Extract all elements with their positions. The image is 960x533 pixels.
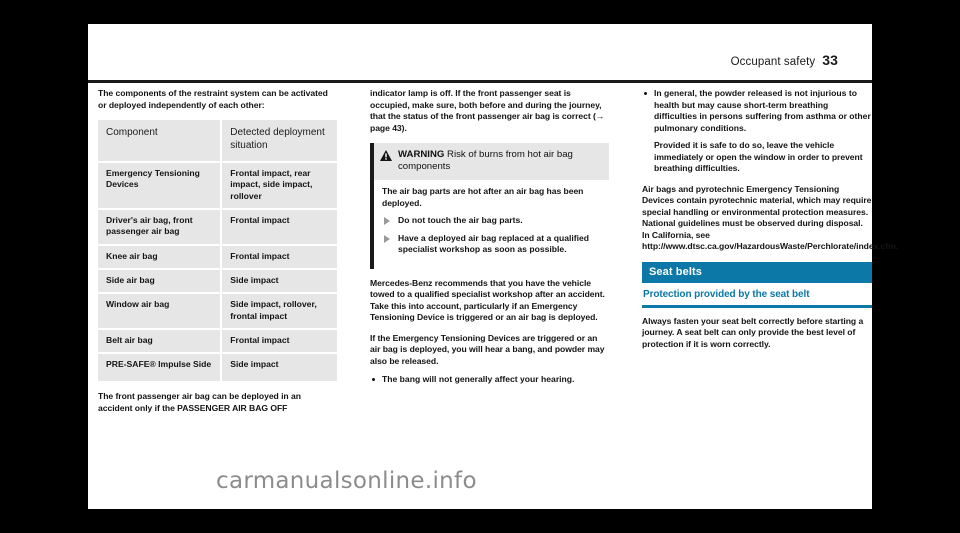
dot-bullet-icon [372,377,375,381]
triangle-bullet-icon [384,217,390,226]
page-columns: The components of the restraint system c… [88,88,899,509]
list-item: The bang will not generally affect your … [370,374,609,386]
column-middle: indicator lamp is off. If the front pass… [370,88,609,509]
intro-paragraph: The components of the restraint system c… [98,88,328,110]
table-row: Knee air bag Frontal impact [98,245,337,271]
table-cell-situation: Side impact [222,354,337,384]
pyrotechnic-paragraph: Air bags and pyrotechnic Emergency Tensi… [642,183,899,252]
table-header-row: Component Detected deployment situation [98,120,337,164]
warning-bullet-text: Have a deployed air bag replaced at a qu… [398,232,590,255]
warning-bullet-text: Do not touch the air bag parts. [398,215,523,226]
header-section-label: Occupant safety [730,56,816,68]
bang-paragraph: If the Emergency Tensioning Devices are … [370,332,605,366]
column-right: In general, the powder released is not i… [642,88,899,509]
warning-label: WARNING [398,149,445,161]
warning-bullet-list: Do not touch the air bag parts. Have a d… [382,215,602,256]
table-cell-component: Emergency Tensioning Devices [98,163,223,211]
table-row: Emergency Tensioning Devices Frontal imp… [98,163,337,211]
table-row: Belt air bag Frontal impact [98,330,337,355]
triangle-bullet-icon [384,234,390,243]
table-row: PRE-SAFE® Impulse Side Side impact [98,354,337,384]
seat-belt-paragraph: Always fasten your seat belt correctly b… [642,315,864,349]
warning-body: The air bag parts are hot after an air b… [374,180,609,269]
watermark: carmanualsonline.info [216,468,477,494]
header-rule [88,80,872,83]
header-section-title: Occupant safety 33 [731,52,838,68]
table-cell-situation: Frontal impact [222,245,337,271]
manual-page: Occupant safety 33 The components of the … [88,24,899,509]
page-header: Occupant safety 33 [88,24,872,83]
continued-paragraph: indicator lamp is off. If the front pass… [370,88,605,133]
leave-vehicle-paragraph: Provided it is safe to do so, leave the … [654,140,863,174]
table-row: Side air bag Side impact [98,270,337,295]
list-item: In general, the powder released is not i… [642,88,872,134]
table-cell-component: Window air bag [98,294,223,331]
table-cell-situation: Side impact [222,270,337,295]
dot-bullet-icon [644,91,647,95]
warning-header: WARNING Risk of burns from hot air bag c… [374,143,609,180]
table-cell-situation: Frontal impact [222,330,337,355]
table-row: Driver's air bag, front passenger air ba… [98,210,337,246]
table-cell-situation: Frontal impact [222,210,337,246]
warning-bullet-item: Have a deployed air bag replaced at a qu… [382,233,602,256]
subsection-heading-protection: Protection provided by the seat belt [642,283,872,308]
table-cell-situation: Frontal impact, rear impact, side impact… [222,163,337,211]
table-row: Window air bag Side impact, rollover, fr… [98,294,337,331]
table-cell-component: Side air bag [98,270,223,295]
component-deployment-table: Component Detected deployment situation … [98,120,337,384]
column-left: The components of the restraint system c… [98,88,337,509]
table-header-component: Component [98,120,223,164]
table-header-situation: Detected deployment situation [222,120,337,164]
tow-paragraph: Mercedes-Benz recommends that you have t… [370,277,605,323]
warning-body-text: The air bag parts are hot after an air b… [382,186,584,208]
warning-bullet-item: Do not touch the air bag parts. [382,215,602,227]
table-cell-component: Belt air bag [98,330,223,355]
powder-bullet-list: In general, the powder released is not i… [642,88,872,134]
table-cell-situation: Side impact, rollover, frontal impact [222,294,337,331]
table-cell-component: Knee air bag [98,245,223,271]
table-cell-component: Driver's air bag, front passenger air ba… [98,210,223,246]
hearing-bullet-text: The bang will not generally affect your … [382,374,575,385]
table-cell-component: PRE-SAFE® Impulse Side [98,354,223,384]
warning-box: WARNING Risk of burns from hot air bag c… [370,143,609,269]
warning-title: WARNING Risk of burns from hot air bag c… [398,149,602,173]
hearing-bullet-list: The bang will not generally affect your … [370,374,609,386]
powder-bullet-text: In general, the powder released is not i… [654,88,871,133]
section-heading-seat-belts: Seat belts [642,261,872,283]
warning-triangle-icon [380,150,392,162]
after-table-paragraph: The front passenger air bag can be deplo… [98,391,301,413]
page-number: 33 [822,52,838,68]
